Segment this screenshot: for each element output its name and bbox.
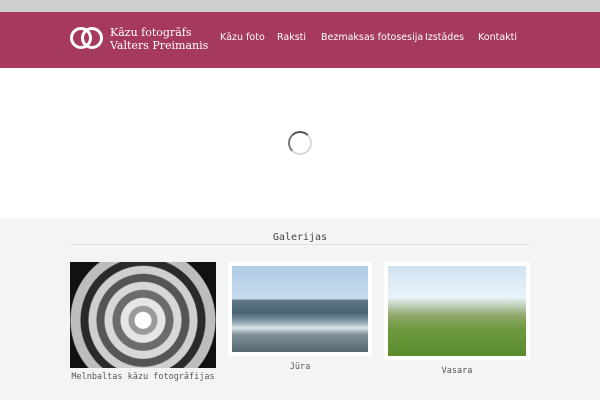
nav-item-raksti[interactable]: Raksti (277, 32, 306, 43)
gallery-card-label[interactable]: Melnbaltas kāzu fotogrāfijas (60, 372, 226, 382)
nav-item-izstades[interactable]: Izstādes (425, 32, 464, 43)
gallery-heading-divider (70, 244, 530, 245)
gallery-card-frame (384, 262, 530, 360)
gallery-card-label[interactable]: Jūra (228, 362, 372, 372)
gallery-section: Galerijas Melnbaltas kāzu fotogrāfijas J… (0, 218, 600, 400)
gallery-card-jura[interactable]: Jūra (228, 262, 372, 392)
gallery-card-vasara[interactable]: Vasara (384, 262, 530, 392)
main-navigation: Kāzu foto Raksti Bezmaksas fotosesija Iz… (0, 12, 600, 68)
nav-item-kazu-foto[interactable]: Kāzu foto (220, 32, 265, 43)
gallery-photo-spiral-staircase[interactable] (70, 262, 216, 368)
gallery-card-melnbaltas[interactable]: Melnbaltas kāzu fotogrāfijas (70, 262, 216, 392)
hero-slider (0, 68, 600, 218)
gallery-heading: Galerijas (70, 232, 530, 252)
gallery-card-frame (70, 262, 216, 368)
gallery-photo-sea-shore[interactable] (232, 266, 368, 352)
gallery-title: Galerijas (264, 232, 336, 243)
browser-top-strip (0, 0, 600, 12)
nav-item-kontakti[interactable]: Kontakti (478, 32, 517, 43)
nav-item-bezmaksas-fotosesija[interactable]: Bezmaksas fotosesija (321, 32, 423, 43)
gallery-card-label[interactable]: Vasara (384, 366, 530, 376)
loading-spinner-icon (288, 131, 312, 155)
site-header: Kāzu fotogrāfs Valters Preimanis Kāzu fo… (0, 12, 600, 68)
gallery-photo-summer-couple[interactable] (388, 266, 526, 356)
gallery-card-frame (228, 262, 372, 356)
